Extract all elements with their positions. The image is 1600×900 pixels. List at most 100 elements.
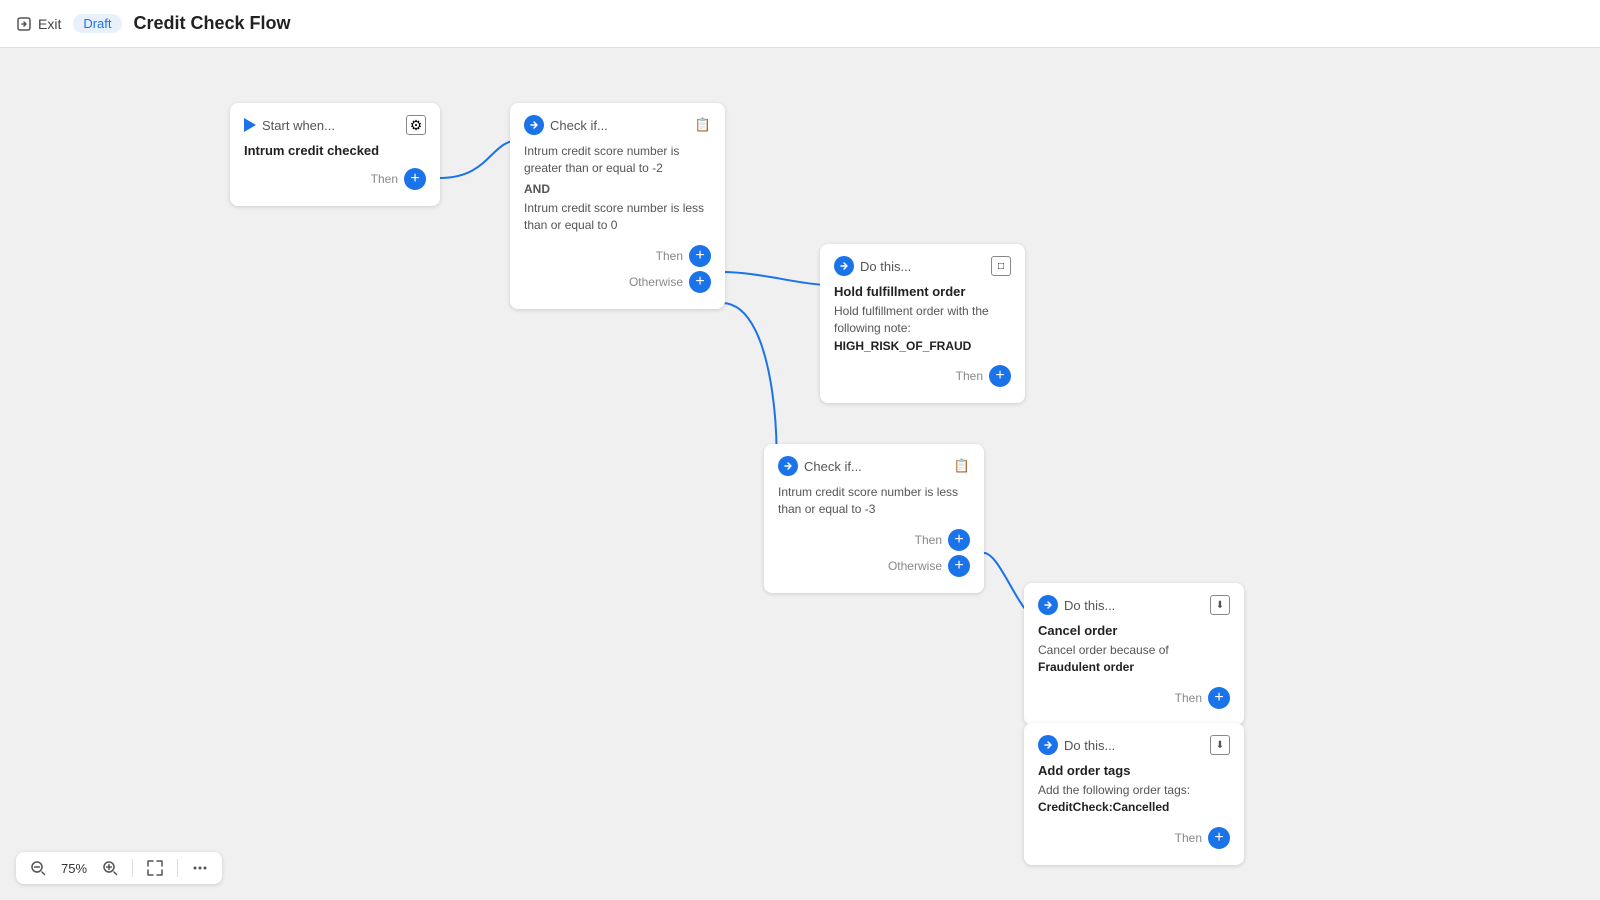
fit-screen-button[interactable] xyxy=(145,858,165,878)
do2-download-icon[interactable]: ⬇ xyxy=(1210,595,1230,615)
check2-header-left: Check if... xyxy=(778,456,862,476)
flow-title: Credit Check Flow xyxy=(134,13,291,34)
exit-label: Exit xyxy=(38,16,61,32)
check2-clipboard-icon[interactable]: 📋 xyxy=(954,458,970,474)
do2-then-label: Then xyxy=(1175,691,1202,705)
do3-dot xyxy=(1038,735,1058,755)
check1-otherwise-row: Otherwise + xyxy=(524,271,711,293)
do2-then-plus[interactable]: + xyxy=(1208,687,1230,709)
start-settings-icon[interactable]: ⚙ xyxy=(406,115,426,135)
do2-desc-text: Cancel order because of xyxy=(1038,643,1169,657)
do3-then-label: Then xyxy=(1175,831,1202,845)
do2-then-row: Then + xyxy=(1038,687,1230,709)
flow-canvas: Start when... ⚙ Intrum credit checked Th… xyxy=(0,48,1600,900)
check2-otherwise-row: Otherwise + xyxy=(778,555,970,577)
check1-header-left: Check if... xyxy=(524,115,608,135)
toolbar-divider xyxy=(132,859,133,877)
do1-header-label: Do this... xyxy=(860,259,911,274)
check2-otherwise-plus[interactable]: + xyxy=(948,555,970,577)
check1-header: Check if... 📋 xyxy=(524,115,711,135)
do1-desc: Hold fulfillment order with the followin… xyxy=(834,303,1011,355)
start-header-label: Start when... xyxy=(262,118,335,133)
header: Exit Draft Credit Check Flow xyxy=(0,0,1600,48)
check2-dot xyxy=(778,456,798,476)
start-then-row: Then + xyxy=(244,168,426,190)
zoom-in-icon xyxy=(102,860,118,876)
do1-then-row: Then + xyxy=(834,365,1011,387)
exit-button[interactable]: Exit xyxy=(16,16,61,32)
zoom-in-button[interactable] xyxy=(100,858,120,878)
do-this-node-3: Do this... ⬇ Add order tags Add the foll… xyxy=(1024,723,1244,865)
check1-header-label: Check if... xyxy=(550,118,608,133)
do3-desc: Add the following order tags: CreditChec… xyxy=(1038,782,1230,817)
do3-arrow-icon xyxy=(1043,740,1053,750)
do1-then-plus[interactable]: + xyxy=(989,365,1011,387)
do2-desc: Cancel order because of Fraudulent order xyxy=(1038,642,1230,677)
zoom-level: 75% xyxy=(56,861,92,876)
zoom-out-icon xyxy=(30,860,46,876)
draft-badge: Draft xyxy=(73,14,121,33)
toolbar-divider-2 xyxy=(177,859,178,877)
do2-header-label: Do this... xyxy=(1064,598,1115,613)
zoom-toolbar: 75% xyxy=(16,852,222,884)
exit-icon xyxy=(16,16,32,32)
fit-screen-icon xyxy=(147,860,163,876)
check-if-node-2: Check if... 📋 Intrum credit score number… xyxy=(764,444,984,593)
do2-header-left: Do this... xyxy=(1038,595,1115,615)
do1-then-label: Then xyxy=(956,369,983,383)
start-then-plus[interactable]: + xyxy=(404,168,426,190)
check1-then-plus[interactable]: + xyxy=(689,245,711,267)
do2-title: Cancel order xyxy=(1038,623,1230,638)
do1-note: HIGH_RISK_OF_FRAUD xyxy=(834,339,971,353)
check2-then-plus[interactable]: + xyxy=(948,529,970,551)
check2-header-label: Check if... xyxy=(804,459,862,474)
check-if-node-1: Check if... 📋 Intrum credit score number… xyxy=(510,103,725,309)
more-options-icon xyxy=(192,860,208,876)
check1-dot xyxy=(524,115,544,135)
start-header-left: Start when... xyxy=(244,118,335,133)
do2-arrow-icon xyxy=(1043,600,1053,610)
play-icon xyxy=(244,118,256,132)
start-node: Start when... ⚙ Intrum credit checked Th… xyxy=(230,103,440,206)
check1-clipboard-icon[interactable]: 📋 xyxy=(695,117,711,133)
start-node-header: Start when... ⚙ xyxy=(244,115,426,135)
check1-arrow-icon xyxy=(529,120,539,130)
do2-header: Do this... ⬇ xyxy=(1038,595,1230,615)
do3-then-plus[interactable]: + xyxy=(1208,827,1230,849)
do3-tag: CreditCheck:Cancelled xyxy=(1038,800,1169,814)
start-title: Intrum credit checked xyxy=(244,143,426,158)
do2-desc-bold: Fraudulent order xyxy=(1038,660,1134,674)
do3-header: Do this... ⬇ xyxy=(1038,735,1230,755)
do1-header-left: Do this... xyxy=(834,256,911,276)
check2-then-row: Then + xyxy=(778,529,970,551)
do3-header-label: Do this... xyxy=(1064,738,1115,753)
zoom-out-button[interactable] xyxy=(28,858,48,878)
check2-then-label: Then xyxy=(915,533,942,547)
check1-condition2: Intrum credit score number is less than … xyxy=(524,200,711,235)
do1-square-icon[interactable]: □ xyxy=(991,256,1011,276)
more-options-button[interactable] xyxy=(190,858,210,878)
check2-header: Check if... 📋 xyxy=(778,456,970,476)
do-this-node-1: Do this... □ Hold fulfillment order Hold… xyxy=(820,244,1025,403)
start-then-label: Then xyxy=(371,172,398,186)
do3-title: Add order tags xyxy=(1038,763,1230,778)
check1-then-label: Then xyxy=(656,249,683,263)
do-this-node-2: Do this... ⬇ Cancel order Cancel order b… xyxy=(1024,583,1244,725)
do1-header: Do this... □ xyxy=(834,256,1011,276)
do1-arrow-icon xyxy=(839,261,849,271)
do1-dot xyxy=(834,256,854,276)
check1-otherwise-plus[interactable]: + xyxy=(689,271,711,293)
check2-arrow-icon xyxy=(783,461,793,471)
do1-desc-text: Hold fulfillment order with the followin… xyxy=(834,304,989,335)
check2-otherwise-label: Otherwise xyxy=(888,559,942,573)
do3-download-icon[interactable]: ⬇ xyxy=(1210,735,1230,755)
do3-header-left: Do this... xyxy=(1038,735,1115,755)
check1-otherwise-label: Otherwise xyxy=(629,275,683,289)
check1-and: AND xyxy=(524,182,711,196)
do1-title: Hold fulfillment order xyxy=(834,284,1011,299)
do2-dot xyxy=(1038,595,1058,615)
do3-desc-text: Add the following order tags: xyxy=(1038,783,1190,797)
check2-condition: Intrum credit score number is less than … xyxy=(778,484,970,519)
check1-then-row: Then + xyxy=(524,245,711,267)
check1-condition1: Intrum credit score number is greater th… xyxy=(524,143,711,178)
